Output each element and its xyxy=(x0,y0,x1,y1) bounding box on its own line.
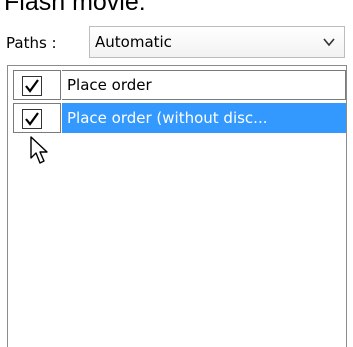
list-item-selected[interactable]: Place order (without disc... xyxy=(8,103,346,133)
item-checkbox[interactable] xyxy=(22,76,42,96)
item-label: Place order xyxy=(62,70,346,100)
mouse-pointer-icon xyxy=(30,136,52,170)
checkbox-cell xyxy=(13,70,61,100)
paths-dropdown[interactable]: Automatic xyxy=(89,26,345,58)
checkbox-cell xyxy=(13,103,61,133)
paths-list[interactable]: Place order Place order (without disc... xyxy=(7,65,347,347)
checkmark-icon xyxy=(25,79,39,93)
checkmark-icon xyxy=(25,112,39,126)
item-checkbox[interactable] xyxy=(22,109,42,129)
paths-dropdown-value: Automatic xyxy=(95,33,172,51)
list-item[interactable]: Place order xyxy=(8,70,346,100)
flash-movie-panel: Flash movie: Paths : Automatic Place ord… xyxy=(0,0,353,347)
chevron-down-icon xyxy=(322,34,336,48)
panel-title: Flash movie: xyxy=(4,0,146,16)
item-label: Place order (without disc... xyxy=(62,103,346,133)
paths-label: Paths : xyxy=(6,34,57,52)
